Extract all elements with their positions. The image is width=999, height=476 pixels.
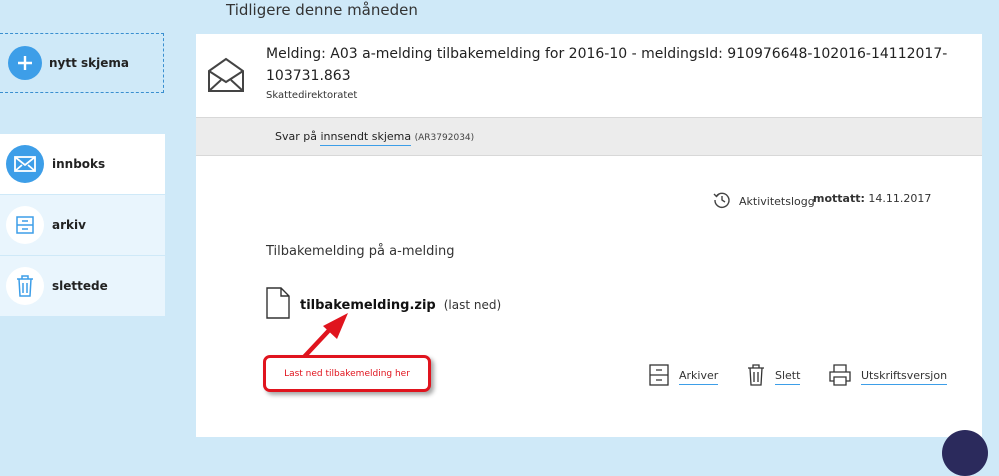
annotation-callout: Last ned tilbakemelding her bbox=[263, 355, 431, 392]
submitted-form-link[interactable]: innsendt skjema bbox=[320, 130, 412, 146]
sidebar-item-label: arkiv bbox=[52, 218, 86, 232]
reply-prefix: Svar på bbox=[275, 130, 317, 143]
envelope-icon bbox=[6, 145, 44, 183]
sidebar-item-archive[interactable]: arkiv bbox=[0, 195, 165, 255]
reply-reference: (AR3792034) bbox=[414, 133, 475, 143]
plus-icon bbox=[8, 46, 42, 80]
received-info: mottatt: 14.11.2017 bbox=[813, 192, 931, 205]
message-title: Melding: A03 a-melding tilbakemelding fo… bbox=[266, 46, 948, 84]
sidebar-item-inbox[interactable]: innboks bbox=[0, 134, 165, 194]
sidebar-item-deleted[interactable]: slettede bbox=[0, 256, 165, 316]
delete-button[interactable]: Slett bbox=[747, 364, 801, 389]
sidebar-item-label: slettede bbox=[52, 279, 108, 293]
envelope-open-icon bbox=[207, 57, 245, 97]
archive-button[interactable]: Arkiver bbox=[649, 364, 719, 389]
download-link[interactable]: (last ned) bbox=[444, 298, 501, 312]
new-form-label: nytt skjema bbox=[49, 56, 129, 70]
message-header[interactable]: Melding: A03 a-melding tilbakemelding fo… bbox=[196, 34, 982, 117]
sidebar-nav: innboks arkiv slettede bbox=[0, 134, 165, 317]
reply-text: Svar på innsendt skjema (AR3792034) bbox=[275, 130, 475, 146]
new-form-button[interactable]: nytt skjema bbox=[0, 33, 164, 93]
print-version-button[interactable]: Utskriftsversjon bbox=[829, 364, 948, 389]
attachment-heading: Tilbakemelding på a-melding bbox=[266, 244, 455, 259]
print-version-label: Utskriftsversjon bbox=[861, 369, 948, 385]
archive-icon bbox=[649, 364, 669, 389]
archive-icon bbox=[6, 206, 44, 244]
printer-icon bbox=[829, 364, 851, 389]
section-heading: Tidligere denne måneden bbox=[226, 1, 418, 19]
history-icon bbox=[713, 191, 731, 212]
delete-label: Slett bbox=[775, 369, 801, 385]
received-label: mottatt: bbox=[813, 192, 865, 205]
message-sender: Skattedirektoratet bbox=[266, 90, 358, 101]
sidebar-item-label: innboks bbox=[52, 157, 106, 171]
activity-log-link[interactable]: Aktivitetslogg bbox=[713, 191, 815, 212]
reply-bar: Svar på innsendt skjema (AR3792034) bbox=[196, 117, 982, 156]
received-date: 14.11.2017 bbox=[868, 192, 932, 205]
trash-icon bbox=[6, 267, 44, 305]
file-icon bbox=[266, 287, 290, 323]
archive-label: Arkiver bbox=[679, 369, 719, 385]
activity-log-label: Aktivitetslogg bbox=[739, 195, 815, 208]
trash-icon bbox=[747, 364, 765, 389]
chat-help-icon[interactable] bbox=[942, 430, 988, 476]
